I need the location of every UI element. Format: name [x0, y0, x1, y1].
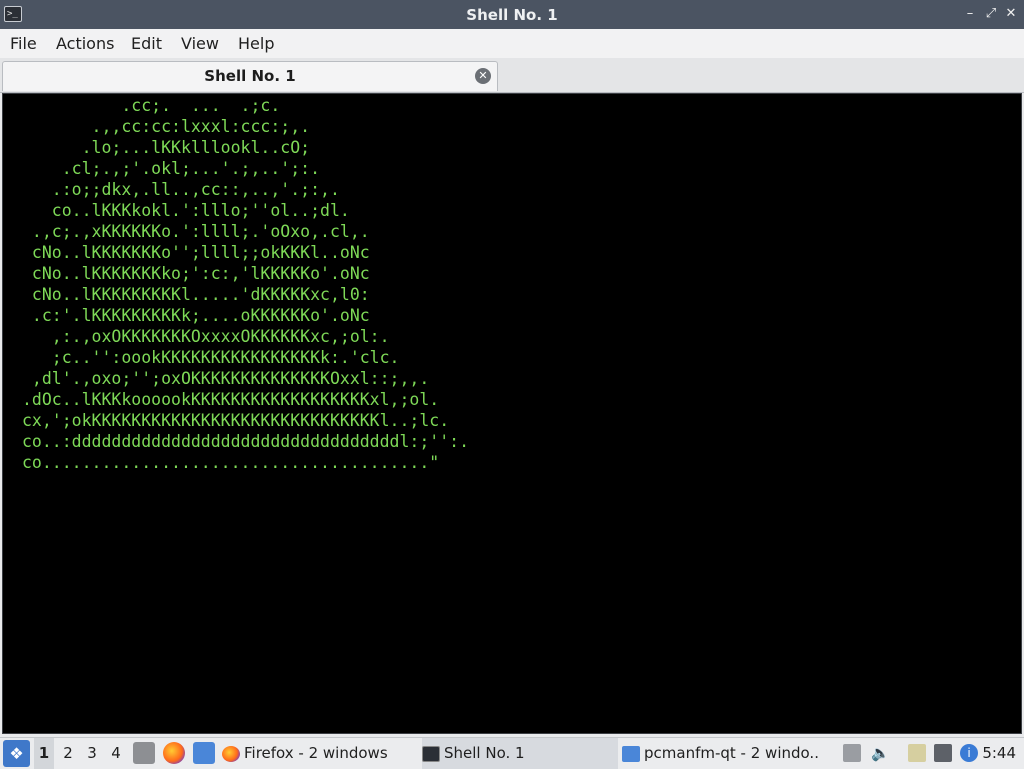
- window-titlebar[interactable]: >_ Shell No. 1 – ⤢ ✕: [0, 0, 1024, 29]
- menu-bar: File Actions Edit View Help: [0, 29, 1024, 58]
- menu-edit[interactable]: Edit: [131, 34, 162, 53]
- terminal-icon: [422, 745, 440, 762]
- clock[interactable]: 5:44: [982, 738, 1016, 769]
- tab-label: Shell No. 1: [204, 67, 296, 85]
- menu-file[interactable]: File: [10, 34, 37, 53]
- task-label: pcmanfm-qt - 2 windo...: [644, 744, 818, 762]
- volume-icon[interactable]: 🔈: [871, 744, 890, 762]
- workspace-3[interactable]: 3: [82, 738, 102, 769]
- taskbar: ❖ 1 2 3 4 Firefox - 2 windows Shell No. …: [0, 737, 1024, 769]
- clipboard-icon[interactable]: [908, 744, 926, 762]
- folder-icon[interactable]: [193, 742, 215, 764]
- eject-icon[interactable]: [843, 744, 861, 762]
- task-label: Firefox - 2 windows: [244, 744, 388, 762]
- menu-help[interactable]: Help: [238, 34, 274, 53]
- task-pcmanfm[interactable]: pcmanfm-qt - 2 windo...: [622, 738, 818, 769]
- restore-icon[interactable]: ⤢: [983, 6, 999, 22]
- file-manager-icon[interactable]: [133, 742, 155, 764]
- workspace-1[interactable]: 1: [34, 738, 54, 769]
- task-firefox[interactable]: Firefox - 2 windows: [222, 738, 418, 769]
- tab-shell-1[interactable]: Shell No. 1 ✕: [2, 61, 498, 91]
- workspace-2[interactable]: 2: [58, 738, 78, 769]
- tab-close-icon[interactable]: ✕: [475, 68, 491, 84]
- menu-view[interactable]: View: [181, 34, 219, 53]
- lxqt-start-icon[interactable]: ❖: [3, 740, 30, 767]
- workspace-4[interactable]: 4: [106, 738, 126, 769]
- info-icon[interactable]: i: [960, 744, 978, 762]
- terminal-output[interactable]: .cc;. ... .;c. .,,cc:cc:lxxxl:ccc:;,. .l…: [2, 93, 1022, 734]
- close-icon[interactable]: ✕: [1003, 6, 1019, 22]
- task-label: Shell No. 1: [444, 744, 525, 762]
- firefox-icon: [222, 745, 240, 762]
- terminal-text: .cc;. ... .;c. .,,cc:cc:lxxxl:ccc:;,. .l…: [22, 96, 470, 472]
- task-shell[interactable]: Shell No. 1: [422, 738, 618, 769]
- folder-icon: [622, 745, 640, 762]
- tab-bar: Shell No. 1 ✕: [0, 58, 1024, 93]
- firefox-icon[interactable]: [163, 742, 185, 764]
- menu-actions[interactable]: Actions: [56, 34, 114, 53]
- network-icon[interactable]: [934, 744, 952, 762]
- window-title: Shell No. 1: [466, 6, 558, 24]
- minimize-icon[interactable]: –: [962, 6, 978, 22]
